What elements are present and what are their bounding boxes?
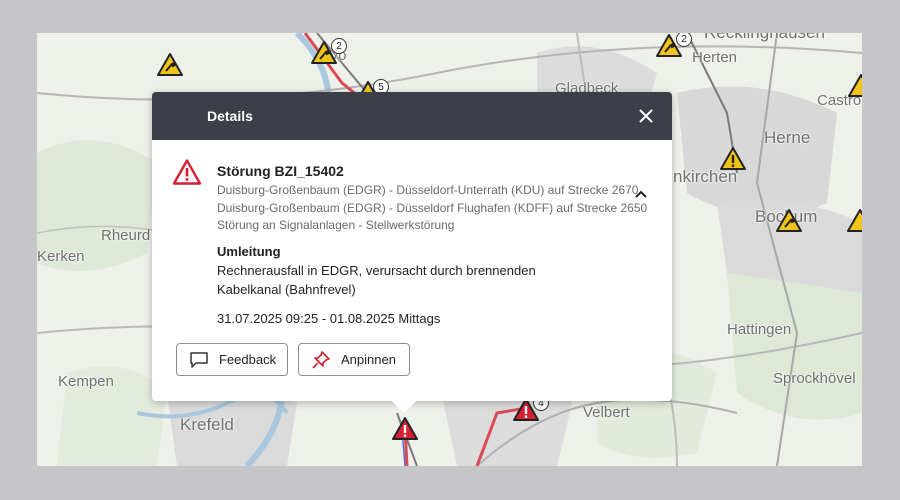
- marker-count-badge: 2: [331, 38, 347, 54]
- city-label-krefeld: Krefeld: [180, 415, 234, 434]
- description-line-2: Kabelkanal (Bahnfrevel): [217, 282, 356, 297]
- route-line-1: Duisburg-Großenbaum (EDGR) - Düsseldorf-…: [217, 183, 639, 197]
- chevron-up-icon[interactable]: [634, 189, 648, 199]
- popup-header: Details: [152, 92, 672, 140]
- pin-label: Anpinnen: [341, 352, 396, 367]
- incident-category: Störung an Signalanlagen - Stellwerkstör…: [217, 218, 455, 232]
- construction-marker-icon[interactable]: [156, 52, 184, 78]
- detour-label: Umleitung: [217, 244, 281, 259]
- warning-marker-icon[interactable]: [719, 146, 747, 172]
- description-line-1: Rechnerausfall in EDGR, verursacht durch…: [217, 263, 536, 278]
- city-label-herten: Herten: [692, 49, 738, 66]
- warning-triangle-icon: [172, 159, 202, 185]
- speech-bubble-icon: [190, 351, 208, 368]
- selected-alert-marker-icon[interactable]: [391, 416, 419, 442]
- popup-title: Details: [207, 108, 253, 124]
- construction-marker-icon[interactable]: [775, 208, 803, 234]
- close-icon[interactable]: [636, 106, 656, 126]
- feedback-label: Feedback: [219, 352, 277, 367]
- pin-icon: [312, 350, 330, 369]
- construction-marker-icon[interactable]: [846, 208, 862, 234]
- route-line-2: Duisburg-Großenbaum (EDGR) - Düsseldorf …: [217, 201, 648, 215]
- city-label-kerken: Kerken: [37, 248, 85, 265]
- feedback-button[interactable]: Feedback: [176, 343, 288, 376]
- city-label-recklinghausen: Recklinghausen: [704, 33, 825, 43]
- pin-button[interactable]: Anpinnen: [298, 343, 410, 376]
- details-popup: Details Störung BZI_15402 Duisburg-Große…: [152, 92, 672, 413]
- construction-marker-icon[interactable]: [847, 73, 862, 99]
- timeframe: 31.07.2025 09:25 - 01.08.2025 Mittags: [217, 311, 441, 326]
- city-label-kempen: Kempen: [58, 373, 114, 390]
- city-label-hattingen: Hattingen: [727, 321, 792, 338]
- incident-title: Störung BZI_15402: [217, 163, 344, 179]
- popup-pointer: [391, 400, 417, 413]
- city-label-sprockhoevel: Sprockhövel: [773, 370, 856, 387]
- city-label-velbert: Velbert: [583, 404, 630, 421]
- city-label-rheurdt: Rheurd: [101, 227, 151, 244]
- city-label-herne: Herne: [764, 128, 811, 147]
